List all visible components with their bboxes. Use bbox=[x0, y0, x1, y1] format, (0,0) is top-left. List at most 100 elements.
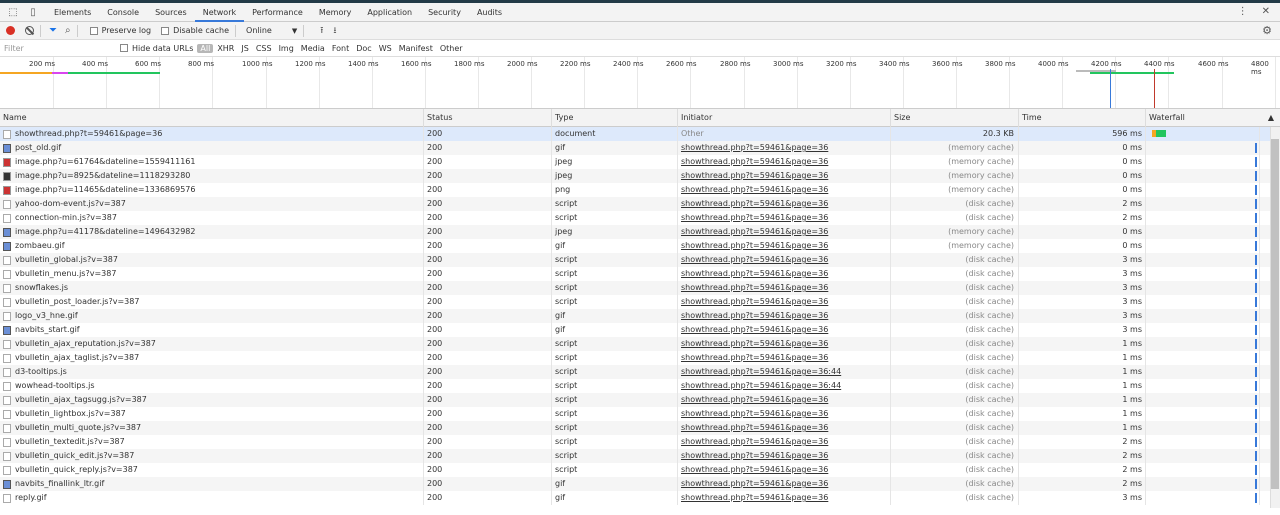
initiator-cell[interactable]: showthread.php?t=59461&page=36 bbox=[678, 253, 891, 267]
tab-security[interactable]: Security bbox=[420, 3, 469, 22]
request-name-cell[interactable]: vbulletin_textedit.js?v=387 bbox=[0, 435, 424, 449]
table-row[interactable]: logo_v3_hne.gif 200 gif showthread.php?t=59… bbox=[0, 309, 1280, 323]
initiator-link[interactable]: showthread.php?t=59461&page=36:44 bbox=[681, 381, 841, 390]
table-row[interactable]: vbulletin_lightbox.js?v=387 200 script show… bbox=[0, 407, 1280, 421]
column-type[interactable]: Type bbox=[552, 109, 678, 127]
initiator-cell[interactable]: showthread.php?t=59461&page=36 bbox=[678, 169, 891, 183]
initiator-cell[interactable]: showthread.php?t=59461&page=36 bbox=[678, 421, 891, 435]
request-name-cell[interactable]: vbulletin_quick_reply.js?v=387 bbox=[0, 463, 424, 477]
column-size[interactable]: Size bbox=[891, 109, 1019, 127]
gear-icon[interactable]: ⚙ bbox=[1262, 24, 1272, 37]
filter-type-other[interactable]: Other bbox=[437, 44, 466, 53]
filter-type-css[interactable]: CSS bbox=[253, 44, 275, 53]
initiator-link[interactable]: showthread.php?t=59461&page=36 bbox=[681, 325, 828, 334]
initiator-cell[interactable]: showthread.php?t=59461&page=36 bbox=[678, 463, 891, 477]
table-row[interactable]: yahoo-dom-event.js?v=387 200 script showthr… bbox=[0, 197, 1280, 211]
timeline-overview[interactable]: 200 ms 400 ms 600 ms 800 ms 1000 ms 1200 ms 14… bbox=[0, 57, 1280, 109]
initiator-cell[interactable]: showthread.php?t=59461&page=36 bbox=[678, 351, 891, 365]
request-name-cell[interactable]: post_old.gif bbox=[0, 141, 424, 155]
device-toolbar-icon[interactable]: ▯ bbox=[26, 5, 40, 19]
initiator-link[interactable]: showthread.php?t=59461&page=36 bbox=[681, 255, 828, 264]
filter-icon[interactable]: ⏷ bbox=[49, 25, 57, 36]
column-initiator[interactable]: Initiator bbox=[678, 109, 891, 127]
filter-type-xhr[interactable]: XHR bbox=[214, 44, 237, 53]
initiator-cell[interactable]: showthread.php?t=59461&page=36 bbox=[678, 141, 891, 155]
table-row[interactable]: d3-tooltips.js 200 script showthread.php?t=… bbox=[0, 365, 1280, 379]
filter-type-ws[interactable]: WS bbox=[376, 44, 395, 53]
initiator-link[interactable]: showthread.php?t=59461&page=36 bbox=[681, 353, 828, 362]
table-row[interactable]: vbulletin_ajax_taglist.js?v=387 200 script… bbox=[0, 351, 1280, 365]
table-row[interactable]: vbulletin_multi_quote.js?v=387 200 script s… bbox=[0, 421, 1280, 435]
request-name-cell[interactable]: snowflakes.js bbox=[0, 281, 424, 295]
initiator-link[interactable]: showthread.php?t=59461&page=36 bbox=[681, 311, 828, 320]
initiator-cell[interactable]: showthread.php?t=59461&page=36 bbox=[678, 309, 891, 323]
request-name-cell[interactable]: d3-tooltips.js bbox=[0, 365, 424, 379]
initiator-cell[interactable]: showthread.php?t=59461&page=36 bbox=[678, 197, 891, 211]
request-name-cell[interactable]: image.php?u=11465&dateline=1336869576 bbox=[0, 183, 424, 197]
initiator-cell[interactable]: showthread.php?t=59461&page=36 bbox=[678, 393, 891, 407]
preserve-log-checkbox[interactable] bbox=[89, 26, 98, 35]
request-name-cell[interactable]: navbits_start.gif bbox=[0, 323, 424, 337]
filter-type-js[interactable]: JS bbox=[238, 44, 251, 53]
initiator-link[interactable]: showthread.php?t=59461&page=36:44 bbox=[681, 367, 841, 376]
table-row[interactable]: image.php?u=61764&dateline=1559411161 200… bbox=[0, 155, 1280, 169]
tab-network[interactable]: Network bbox=[194, 3, 245, 22]
initiator-link[interactable]: showthread.php?t=59461&page=36 bbox=[681, 213, 828, 222]
record-button[interactable] bbox=[6, 26, 15, 35]
initiator-link[interactable]: showthread.php?t=59461&page=36 bbox=[681, 283, 828, 292]
request-name-cell[interactable]: reply.gif bbox=[0, 491, 424, 505]
request-name-cell[interactable]: wowhead-tooltips.js bbox=[0, 379, 424, 393]
table-row[interactable]: navbits_finallink_ltr.gif 200 gif showthrea… bbox=[0, 477, 1280, 491]
request-name-cell[interactable]: vbulletin_multi_quote.js?v=387 bbox=[0, 421, 424, 435]
filter-type-doc[interactable]: Doc bbox=[353, 44, 374, 53]
initiator-cell[interactable]: showthread.php?t=59461&page=36 bbox=[678, 449, 891, 463]
request-name-cell[interactable]: vbulletin_lightbox.js?v=387 bbox=[0, 407, 424, 421]
initiator-link[interactable]: showthread.php?t=59461&page=36 bbox=[681, 185, 828, 194]
request-name-cell[interactable]: yahoo-dom-event.js?v=387 bbox=[0, 197, 424, 211]
filter-input[interactable]: Filter bbox=[4, 44, 114, 53]
table-row[interactable]: image.php?u=41178&dateline=1496432982 200… bbox=[0, 225, 1280, 239]
table-row[interactable]: reply.gif 200 gif showthread.php?t=59461&pa… bbox=[0, 491, 1280, 505]
table-row[interactable]: snowflakes.js 200 script showthread.php?t=5… bbox=[0, 281, 1280, 295]
table-row[interactable]: vbulletin_textedit.js?v=387 200 script show… bbox=[0, 435, 1280, 449]
table-row[interactable]: connection-min.js?v=387 200 script showthre… bbox=[0, 211, 1280, 225]
initiator-cell[interactable]: showthread.php?t=59461&page=36 bbox=[678, 477, 891, 491]
tab-performance[interactable]: Performance bbox=[244, 3, 311, 22]
table-row[interactable]: vbulletin_ajax_tagsugg.js?v=387 200 script… bbox=[0, 393, 1280, 407]
request-name-cell[interactable]: logo_v3_hne.gif bbox=[0, 309, 424, 323]
table-row[interactable]: post_old.gif 200 gif showthread.php?t=59461… bbox=[0, 141, 1280, 155]
initiator-link[interactable]: showthread.php?t=59461&page=36 bbox=[681, 143, 828, 152]
scrollbar-thumb[interactable] bbox=[1271, 139, 1279, 489]
tab-console[interactable]: Console bbox=[99, 3, 147, 22]
table-row[interactable]: vbulletin_menu.js?v=387 200 script showthre… bbox=[0, 267, 1280, 281]
request-name-cell[interactable]: vbulletin_ajax_reputation.js?v=387 bbox=[0, 337, 424, 351]
request-name-cell[interactable]: image.php?u=41178&dateline=1496432982 bbox=[0, 225, 424, 239]
initiator-link[interactable]: showthread.php?t=59461&page=36 bbox=[681, 451, 828, 460]
initiator-link[interactable]: showthread.php?t=59461&page=36 bbox=[681, 409, 828, 418]
initiator-link[interactable]: showthread.php?t=59461&page=36 bbox=[681, 339, 828, 348]
request-name-cell[interactable]: vbulletin_menu.js?v=387 bbox=[0, 267, 424, 281]
table-row[interactable]: vbulletin_post_loader.js?v=387 200 script s… bbox=[0, 295, 1280, 309]
export-har-icon[interactable]: ⭳ bbox=[333, 23, 336, 39]
request-name-cell[interactable]: connection-min.js?v=387 bbox=[0, 211, 424, 225]
initiator-link[interactable]: showthread.php?t=59461&page=36 bbox=[681, 199, 828, 208]
initiator-cell[interactable]: showthread.php?t=59461&page=36:44 bbox=[678, 365, 891, 379]
initiator-cell[interactable]: showthread.php?t=59461&page=36 bbox=[678, 435, 891, 449]
initiator-cell[interactable]: showthread.php?t=59461&page=36 bbox=[678, 183, 891, 197]
initiator-link[interactable]: showthread.php?t=59461&page=36 bbox=[681, 157, 828, 166]
initiator-cell[interactable]: showthread.php?t=59461&page=36 bbox=[678, 225, 891, 239]
table-row[interactable]: image.php?u=8925&dateline=1118293280 200 j… bbox=[0, 169, 1280, 183]
filter-type-font[interactable]: Font bbox=[329, 44, 352, 53]
tab-audits[interactable]: Audits bbox=[469, 3, 510, 22]
initiator-link[interactable]: showthread.php?t=59461&page=36 bbox=[681, 395, 828, 404]
initiator-cell[interactable]: showthread.php?t=59461&page=36 bbox=[678, 155, 891, 169]
request-name-cell[interactable]: showthread.php?t=59461&page=36 bbox=[0, 127, 424, 141]
initiator-cell[interactable]: showthread.php?t=59461&page=36 bbox=[678, 323, 891, 337]
table-row[interactable]: vbulletin_quick_edit.js?v=387 200 script sh… bbox=[0, 449, 1280, 463]
initiator-cell[interactable]: showthread.php?t=59461&page=36 bbox=[678, 337, 891, 351]
initiator-cell[interactable]: showthread.php?t=59461&page=36 bbox=[678, 211, 891, 225]
import-har-icon[interactable]: ⭱ bbox=[320, 23, 323, 39]
request-name-cell[interactable]: image.php?u=8925&dateline=1118293280 bbox=[0, 169, 424, 183]
column-name[interactable]: Name bbox=[0, 109, 424, 127]
column-waterfall[interactable]: Waterfall ▲ bbox=[1146, 109, 1274, 127]
